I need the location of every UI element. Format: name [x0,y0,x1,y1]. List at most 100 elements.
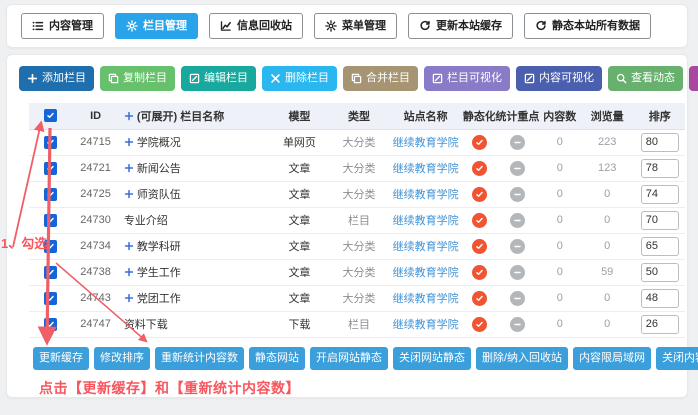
row-site-cell: 继续教育学院 [388,311,463,337]
stat-focus-badge[interactable] [510,239,525,254]
top-nav-item[interactable]: 静态本站所有数据 [524,13,651,39]
sort-input[interactable] [641,133,679,152]
row-site-link[interactable]: 继续教育学院 [393,293,459,305]
toolbar-button-label: 复制栏目 [123,73,167,84]
row-name-cell[interactable]: 新闻公告 [120,155,269,181]
sort-input[interactable] [641,159,679,178]
row-name-cell[interactable]: 教学科研 [120,233,269,259]
row-name-label: 资料下载 [124,319,168,331]
toolbar-button[interactable]: 查看动态 [608,66,683,91]
sort-input[interactable] [641,185,679,204]
stat-focus-badge[interactable] [510,161,525,176]
sort-input[interactable] [641,289,679,308]
static-status-badge[interactable] [472,265,487,280]
row-stat-focus-cell [495,311,539,337]
minus-icon [513,320,522,329]
bottom-action-button[interactable]: 开启网站静态 [310,347,388,370]
row-checkbox[interactable] [44,162,57,175]
merge-icon [351,73,362,84]
row-checkbox[interactable] [44,318,57,331]
bottom-action-button[interactable]: 内容限局域网 [573,347,651,370]
stat-focus-badge[interactable] [510,317,525,332]
row-name-cell[interactable]: 学院概况 [120,129,269,155]
plus-icon [124,163,134,173]
bottom-action-button[interactable]: 删除/纳入回收站 [476,347,568,370]
stat-focus-badge[interactable] [510,265,525,280]
static-status-badge[interactable] [472,135,487,150]
row-static-cell [463,311,495,337]
copy-icon [108,73,119,84]
check-icon [475,216,484,225]
bottom-action-button[interactable]: 静态网站 [249,347,305,370]
stat-focus-badge[interactable] [510,135,525,150]
bottom-action-button[interactable]: 更新缓存 [33,347,89,370]
toolbar-button-label: 删除栏目 [285,73,329,84]
header-cell: 排序 [634,103,685,129]
toolbar-button[interactable]: 合并栏目 [343,66,418,91]
row-checkbox[interactable] [44,292,57,305]
top-nav-item[interactable]: 更新本站缓存 [408,13,513,39]
stat-focus-badge[interactable] [510,213,525,228]
row-checkbox[interactable] [44,188,57,201]
static-status-badge[interactable] [472,161,487,176]
stat-focus-badge[interactable] [510,187,525,202]
toolbar-button-label: 内容可视化 [539,73,594,84]
toolbar-button[interactable]: 栏目可视化 [424,66,510,91]
row-site-link[interactable]: 继续教育学院 [393,163,459,175]
row-checkbox-cell [29,311,71,337]
top-nav-item[interactable]: 内容管理 [21,13,104,39]
sort-input[interactable] [641,315,679,334]
sort-input[interactable] [641,237,679,256]
toolbar-button[interactable]: 发布内容 [689,66,698,91]
row-name-cell[interactable]: 党团工作 [120,285,269,311]
row-site-link[interactable]: 继续教育学院 [393,189,459,201]
top-nav-item[interactable]: 信息回收站 [209,13,303,39]
top-nav-item-label: 更新本站缓存 [436,21,502,32]
row-site-link[interactable]: 继续教育学院 [393,137,459,149]
bottom-action-button[interactable]: 重新统计内容数 [155,347,244,370]
bottom-action-button[interactable]: 关闭网站静态 [393,347,471,370]
row-model: 文章 [269,155,330,181]
row-name-cell[interactable]: 师资队伍 [120,181,269,207]
row-site-link[interactable]: 继续教育学院 [393,215,459,227]
row-static-cell [463,181,495,207]
row-views: 223 [580,129,634,155]
row-checkbox[interactable] [44,214,57,227]
toolbar-button[interactable]: 删除栏目 [262,66,337,91]
row-name-cell[interactable]: 学生工作 [120,259,269,285]
static-status-badge[interactable] [472,187,487,202]
toolbar-button[interactable]: 编辑栏目 [181,66,256,91]
row-site-cell: 继续教育学院 [388,285,463,311]
row-static-cell [463,207,495,233]
toolbar-button[interactable]: 复制栏目 [100,66,175,91]
plus-icon [124,241,134,251]
static-status-badge[interactable] [472,213,487,228]
toolbar-button[interactable]: 添加栏目 [19,66,94,91]
check-icon [475,164,484,173]
row-views: 0 [580,311,634,337]
row-type: 大分类 [330,285,389,311]
toolbar-button[interactable]: 内容可视化 [516,66,602,91]
row-checkbox[interactable] [44,266,57,279]
stat-focus-badge[interactable] [510,291,525,306]
sort-input[interactable] [641,263,679,282]
bottom-action-button[interactable]: 修改排序 [94,347,150,370]
sort-input[interactable] [641,211,679,230]
static-status-badge[interactable] [472,317,487,332]
row-checkbox[interactable] [44,136,57,149]
row-name-cell[interactable]: 资料下载 [120,311,269,337]
row-site-link[interactable]: 继续教育学院 [393,319,459,331]
bottom-action-button[interactable]: 关闭内容限局域网 [656,347,698,370]
row-name-cell[interactable]: 专业介绍 [120,207,269,233]
top-nav-item[interactable]: 菜单管理 [314,13,397,39]
row-sort-cell [634,129,685,155]
top-nav-item[interactable]: 栏目管理 [115,13,198,39]
row-site-link[interactable]: 继续教育学院 [393,267,459,279]
row-sort-cell [634,311,685,337]
select-all-checkbox[interactable] [44,109,57,122]
static-status-badge[interactable] [472,291,487,306]
static-status-badge[interactable] [472,239,487,254]
header-cell-label: 站点名称 [404,111,448,123]
row-content-count: 0 [540,155,580,181]
row-site-link[interactable]: 继续教育学院 [393,241,459,253]
